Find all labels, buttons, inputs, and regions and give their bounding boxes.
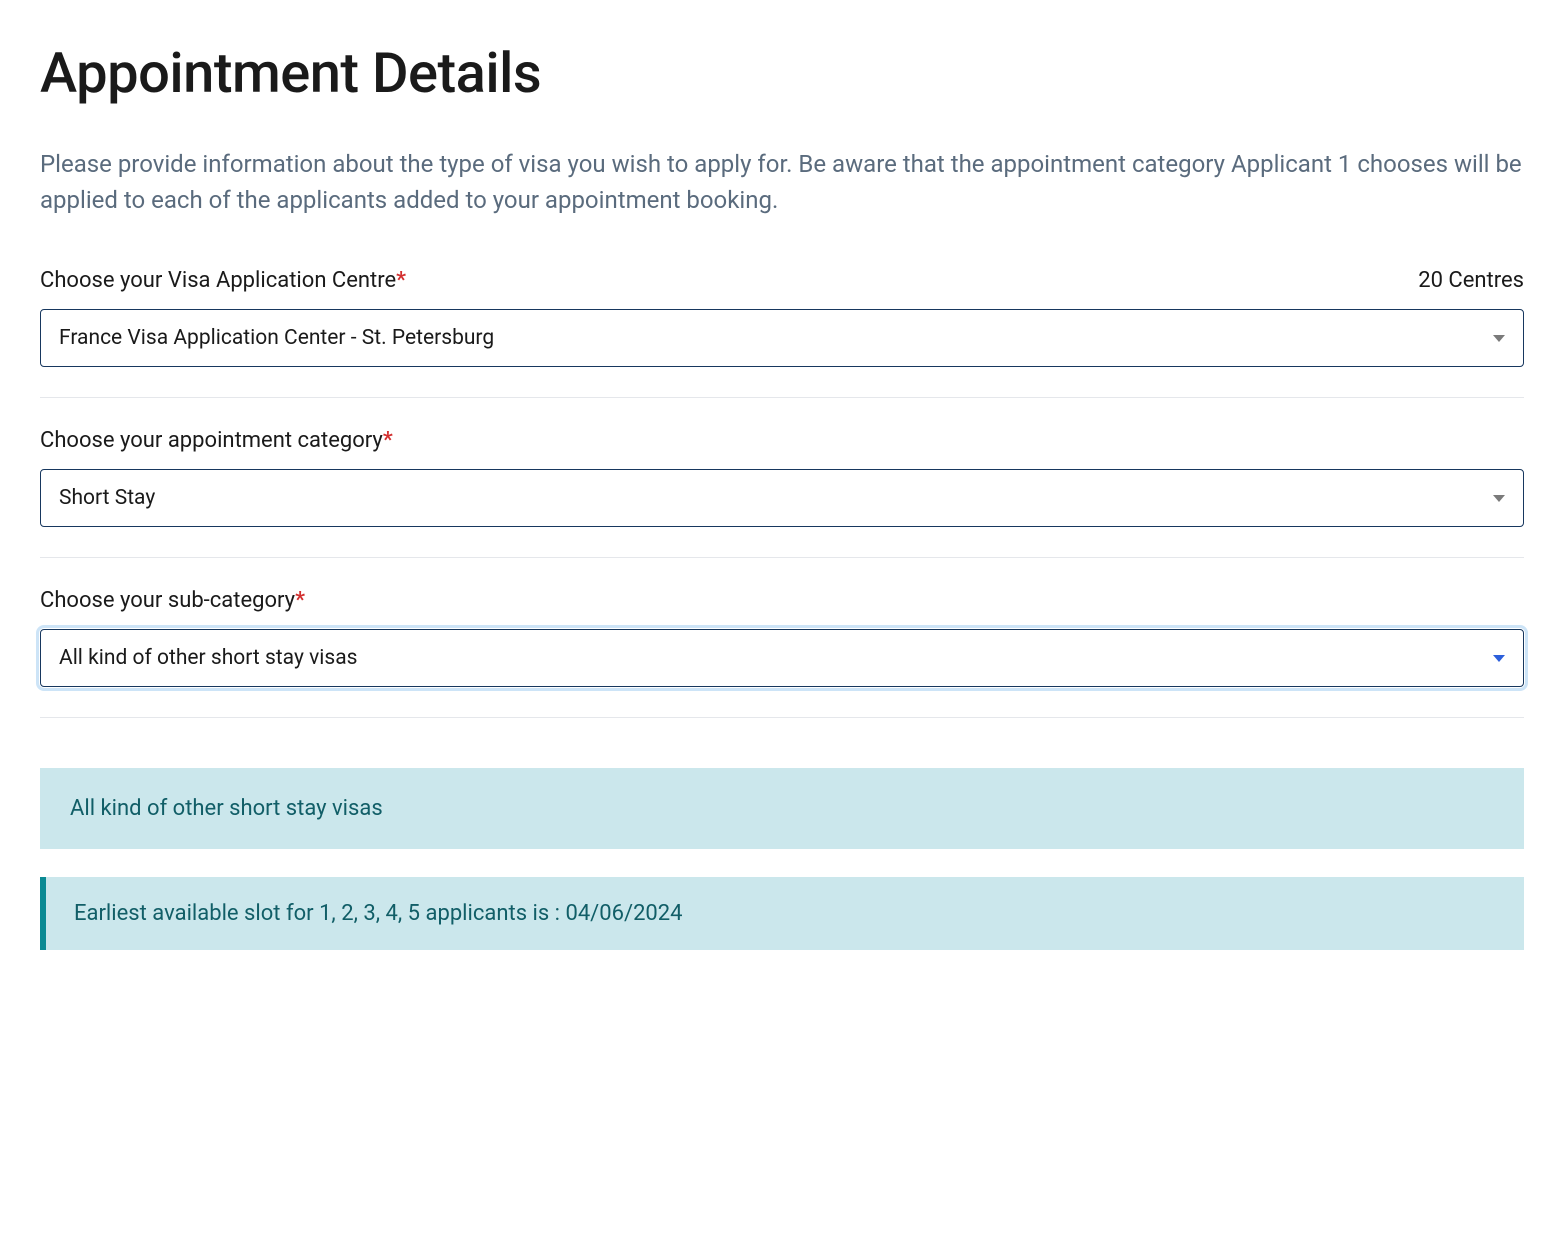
page-title: Appointment Details [40, 40, 1524, 106]
centre-label-text: Choose your Visa Application Centre [40, 268, 396, 293]
category-label: Choose your appointment category* [40, 428, 393, 453]
page-description: Please provide information about the typ… [40, 146, 1524, 218]
subcategory-label-row: Choose your sub-category* [40, 588, 1524, 613]
category-label-text: Choose your appointment category [40, 428, 383, 453]
earliest-slot-banner: Earliest available slot for 1, 2, 3, 4, … [40, 877, 1524, 950]
centre-section: Choose your Visa Application Centre* 20 … [40, 268, 1524, 398]
chevron-down-icon [1493, 495, 1505, 502]
visa-type-info-title: All kind of other short stay visas [70, 796, 1494, 821]
required-asterisk: * [295, 588, 305, 613]
required-asterisk: * [396, 268, 406, 293]
earliest-slot-text: Earliest available slot for 1, 2, 3, 4, … [74, 901, 1496, 926]
required-asterisk: * [383, 428, 393, 453]
subcategory-section: Choose your sub-category* All kind of ot… [40, 588, 1524, 718]
subcategory-label-text: Choose your sub-category [40, 588, 295, 613]
centre-selected-value: France Visa Application Center - St. Pet… [59, 326, 494, 350]
subcategory-select[interactable]: All kind of other short stay visas [40, 629, 1524, 687]
category-label-row: Choose your appointment category* [40, 428, 1524, 453]
category-section: Choose your appointment category* Short … [40, 428, 1524, 558]
centre-label-row: Choose your Visa Application Centre* 20 … [40, 268, 1524, 293]
subcategory-selected-value: All kind of other short stay visas [59, 646, 357, 670]
centre-count: 20 Centres [1418, 268, 1524, 293]
category-select[interactable]: Short Stay [40, 469, 1524, 527]
category-selected-value: Short Stay [59, 486, 155, 510]
subcategory-label: Choose your sub-category* [40, 588, 305, 613]
centre-label: Choose your Visa Application Centre* [40, 268, 406, 293]
chevron-down-icon [1493, 655, 1505, 662]
centre-select[interactable]: France Visa Application Center - St. Pet… [40, 309, 1524, 367]
visa-type-info-banner: All kind of other short stay visas [40, 768, 1524, 849]
chevron-down-icon [1493, 335, 1505, 342]
